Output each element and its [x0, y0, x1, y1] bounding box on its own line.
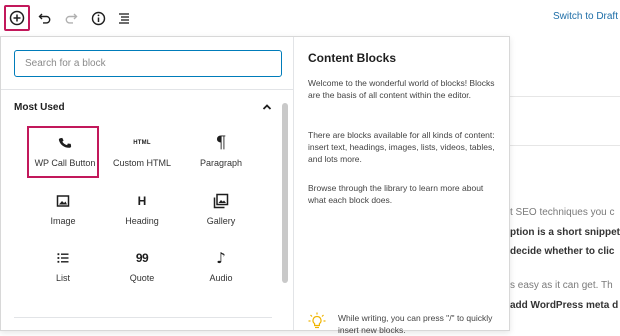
quote-icon: 99 — [135, 251, 149, 265]
block-custom-html[interactable]: HTML Custom HTML — [106, 126, 178, 178]
block-gallery[interactable]: Gallery — [185, 184, 257, 236]
html-icon: HTML — [133, 140, 151, 146]
redo-button[interactable] — [58, 5, 84, 31]
editor-text-line: add WordPress meta d — [510, 300, 619, 311]
block-search-box — [14, 50, 282, 77]
block-label: Gallery — [206, 216, 236, 226]
block-wp-call-button[interactable]: WP Call Button — [27, 126, 99, 178]
block-label: Audio — [209, 273, 233, 283]
help-paragraph: Welcome to the wonderful world of blocks… — [308, 78, 495, 100]
editor-text-line: ption is a short snippet, — [510, 227, 620, 238]
undo-icon — [38, 13, 51, 24]
block-heading[interactable]: H Heading — [106, 184, 178, 236]
redo-icon — [65, 13, 78, 24]
panel-divider — [14, 317, 272, 318]
block-navigation-button[interactable] — [111, 5, 137, 31]
chevron-up-icon — [262, 104, 272, 110]
editor-text-line: decide whether to clic — [510, 246, 615, 257]
editor-toolbar: Switch to Draft — [0, 0, 620, 36]
add-block-button[interactable] — [4, 5, 30, 31]
block-label: Image — [50, 216, 76, 226]
switch-to-draft-link[interactable]: Switch to Draft — [553, 11, 618, 22]
undo-button[interactable] — [32, 5, 58, 31]
editor-divider — [500, 96, 620, 97]
inserter-help-panel: Content Blocks Welcome to the wonderful … — [294, 37, 509, 335]
editor-text-line: s easy as it can get. Th — [510, 280, 613, 291]
block-label: Custom HTML — [112, 158, 171, 168]
lightbulb-icon — [308, 312, 326, 329]
image-icon — [56, 195, 70, 207]
editor-divider — [500, 145, 620, 146]
list-icon — [57, 253, 69, 263]
block-inserter-popover: Most Used WP Call Button HTML Custom HTM… — [0, 36, 510, 335]
plus-circle-icon — [9, 10, 25, 26]
block-list[interactable]: List — [27, 241, 99, 293]
gallery-icon — [213, 193, 229, 209]
inserter-main-panel: Most Used WP Call Button HTML Custom HTM… — [1, 37, 293, 330]
heading-icon: H — [137, 194, 147, 208]
phone-icon — [58, 137, 72, 148]
most-used-panel-toggle[interactable]: Most Used — [14, 100, 272, 116]
help-paragraph: Browse through the library to learn more… — [308, 183, 484, 205]
help-title: Content Blocks — [308, 51, 397, 65]
block-label: WP Call Button — [34, 158, 96, 168]
block-label: List — [55, 273, 70, 283]
info-icon — [91, 11, 105, 25]
block-label: Heading — [125, 216, 159, 226]
content-structure-button[interactable] — [85, 5, 111, 31]
audio-icon: ♪ — [216, 249, 226, 267]
help-tip-text: While writing, you can press "/" to quic… — [338, 313, 493, 335]
block-label: Paragraph — [199, 158, 243, 168]
block-paragraph[interactable]: ¶ Paragraph — [185, 126, 257, 178]
block-search-input[interactable] — [15, 51, 281, 76]
paragraph-icon: ¶ — [215, 133, 227, 153]
block-audio[interactable]: ♪ Audio — [185, 241, 257, 293]
block-image[interactable]: Image — [27, 184, 99, 236]
panel-title: Most Used — [14, 102, 65, 113]
block-quote[interactable]: 99 Quote — [106, 241, 178, 293]
inserter-scrollbar[interactable] — [282, 103, 288, 283]
list-outline-icon — [119, 13, 129, 24]
help-paragraph: There are blocks available for all kinds… — [308, 130, 495, 164]
search-divider — [1, 89, 293, 90]
block-label: Quote — [129, 273, 155, 283]
editor-text-line: t SEO techniques you c — [510, 207, 615, 218]
